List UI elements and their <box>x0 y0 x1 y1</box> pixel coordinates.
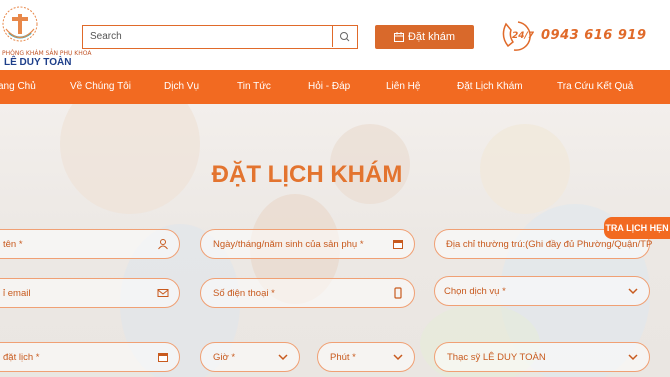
minute-select-label: Phút * <box>330 352 356 363</box>
calendar-icon <box>158 353 168 362</box>
phone-field-label: Số điện thoại * <box>213 288 275 299</box>
appointment-date-label: đặt lịch * <box>3 352 40 363</box>
dob-field-label: Ngày/tháng/năm sinh của sản phụ * <box>213 239 364 250</box>
service-select[interactable]: Chọn dịch vụ * <box>434 276 650 306</box>
search-button[interactable] <box>332 26 357 47</box>
search-icon <box>340 32 350 42</box>
book-appointment-button[interactable]: Đặt khám <box>375 25 474 49</box>
nav-item-services[interactable]: Dịch Vụ <box>164 70 199 104</box>
svg-text:24/7: 24/7 <box>512 31 535 41</box>
mail-icon <box>157 289 169 297</box>
book-appointment-label: Đặt khám <box>407 31 456 43</box>
service-select-label: Chọn dịch vụ * <box>444 286 506 297</box>
calendar-icon <box>393 240 403 249</box>
chevron-down-icon <box>628 354 638 361</box>
appointment-lookup-tab[interactable]: TRA LỊCH HẸN <box>604 217 670 239</box>
hour-select[interactable]: Giờ * <box>200 342 300 372</box>
logo-emblem-icon <box>2 6 38 42</box>
minute-select[interactable]: Phút * <box>317 342 415 372</box>
search-input[interactable] <box>83 26 340 47</box>
nav-item-qa[interactable]: Hỏi - Đáp <box>308 70 350 104</box>
clinic-logo[interactable]: PHÒNG KHÁM SẢN PHỤ KHOA LÊ DUY TOÀN <box>0 2 91 68</box>
email-field-label: ỉ email <box>3 288 31 299</box>
chevron-down-icon <box>628 288 638 295</box>
chevron-down-icon <box>278 354 288 361</box>
email-field[interactable]: ỉ email <box>0 278 180 308</box>
hour-select-label: Giờ * <box>213 352 236 363</box>
logo-name: LÊ DUY TOÀN <box>4 57 72 68</box>
main-nav: ang Chủ Về Chúng Tôi Dịch Vụ Tin Tức Hỏi… <box>0 70 670 104</box>
chevron-down-icon <box>393 354 403 361</box>
phone-field[interactable]: Số điện thoại * <box>200 278 415 308</box>
dob-field[interactable]: Ngày/tháng/năm sinh của sản phụ * <box>200 229 415 259</box>
nav-item-contact[interactable]: Liên Hệ <box>386 70 420 104</box>
address-field-label: Địa chỉ thường trú:(Ghi đầy đủ Phường/Qu… <box>446 239 653 250</box>
nav-item-booking[interactable]: Đặt Lịch Khám <box>457 70 523 104</box>
name-field-label: tên * <box>3 239 23 250</box>
nav-item-news[interactable]: Tin Tức <box>237 70 271 104</box>
logo-subtitle: PHÒNG KHÁM SẢN PHỤ KHOA <box>2 50 92 57</box>
user-icon <box>158 239 168 250</box>
booking-title: ĐẶT LỊCH KHÁM <box>211 161 403 188</box>
search-box <box>82 25 358 49</box>
phone-24-7-icon: 24/7 <box>502 21 535 51</box>
site-header: PHÒNG KHÁM SẢN PHỤ KHOA LÊ DUY TOÀN Đặt … <box>0 0 670 70</box>
nav-item-results[interactable]: Tra Cứu Kết Quả <box>557 70 633 104</box>
appointment-date-field[interactable]: đặt lịch * <box>0 342 180 372</box>
hotline-number[interactable]: 0943 616 919 <box>541 28 647 43</box>
nav-item-about[interactable]: Về Chúng Tôi <box>70 70 131 104</box>
nav-item-home[interactable]: ang Chủ <box>0 70 36 104</box>
calendar-icon <box>393 32 404 42</box>
name-field[interactable]: tên * <box>0 229 180 259</box>
booking-hero: ĐẶT LỊCH KHÁM tên * Ngày/tháng/năm sinh … <box>0 104 670 377</box>
doctor-select[interactable]: Thạc sỹ LÊ DUY TOÀN <box>434 342 650 372</box>
doctor-select-label: Thạc sỹ LÊ DUY TOÀN <box>447 352 546 363</box>
mobile-icon <box>394 287 402 299</box>
